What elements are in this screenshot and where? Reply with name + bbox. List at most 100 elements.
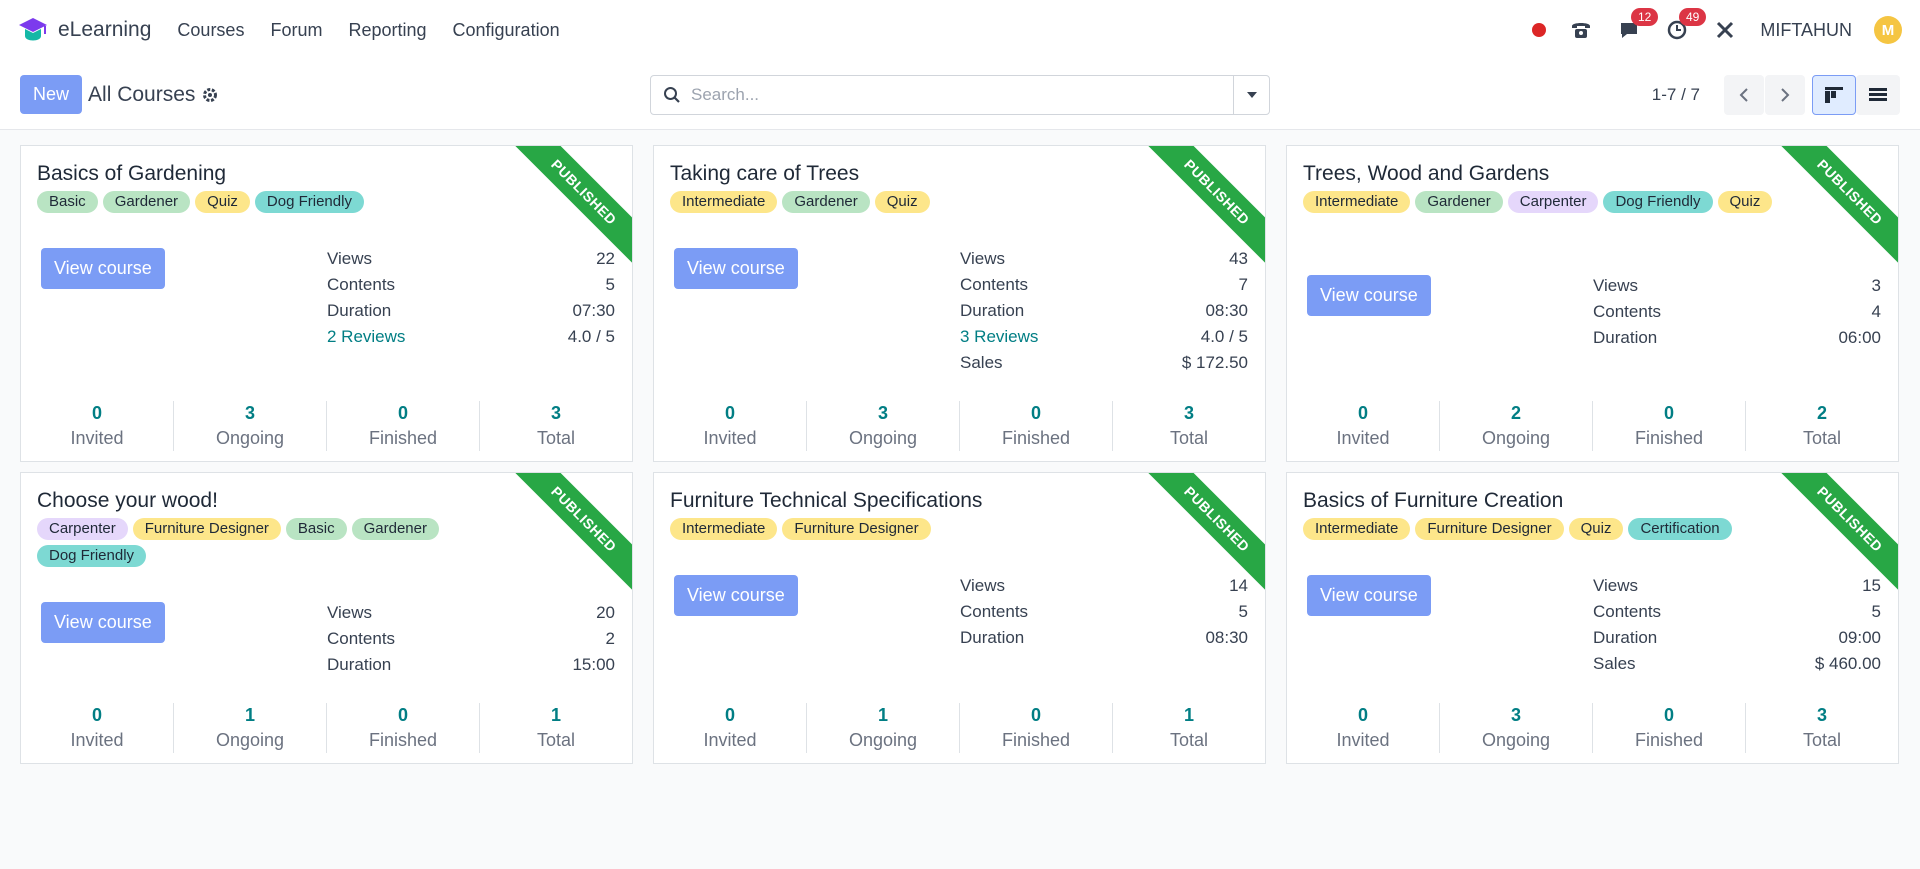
stat-row: Sales $ 172.50 bbox=[960, 353, 1248, 379]
counter-finished[interactable]: 0 Finished bbox=[1593, 703, 1746, 753]
course-title[interactable]: Basics of Furniture Creation bbox=[1303, 489, 1563, 513]
pager-value[interactable]: 1-7 / 7 bbox=[1652, 85, 1700, 105]
menu-reporting[interactable]: Reporting bbox=[348, 20, 426, 41]
counter-ongoing[interactable]: 3 Ongoing bbox=[1440, 703, 1593, 753]
course-card[interactable]: Trees, Wood and Gardens Intermediate Gar… bbox=[1286, 145, 1899, 462]
list-icon bbox=[1869, 87, 1887, 101]
elearning-logo-icon[interactable] bbox=[18, 15, 48, 45]
counter-total[interactable]: 3 Total bbox=[1746, 703, 1898, 753]
view-course-button[interactable]: View course bbox=[1307, 275, 1431, 316]
counter-finished[interactable]: 0 Finished bbox=[327, 703, 480, 753]
counter-invited[interactable]: 0 Invited bbox=[1287, 401, 1440, 451]
counter-label: Total bbox=[536, 428, 576, 448]
course-title[interactable]: Choose your wood! bbox=[37, 489, 218, 513]
course-card[interactable]: Basics of Gardening Basic Gardener Quiz … bbox=[20, 145, 633, 462]
counter-total[interactable]: 3 Total bbox=[480, 401, 632, 451]
counter-invited[interactable]: 0 Invited bbox=[1287, 703, 1440, 753]
new-button[interactable]: New bbox=[20, 75, 83, 114]
counter-finished[interactable]: 0 Finished bbox=[960, 703, 1113, 753]
search-input[interactable] bbox=[691, 84, 1233, 105]
chevron-left-icon bbox=[1739, 87, 1748, 102]
gear-icon[interactable] bbox=[202, 87, 218, 103]
user-avatar[interactable]: M bbox=[1874, 16, 1902, 44]
kanban-view-button[interactable] bbox=[1812, 74, 1856, 115]
messages-icon[interactable]: 12 bbox=[1616, 8, 1659, 43]
tag: Basic bbox=[285, 518, 347, 540]
stat-label: Duration bbox=[327, 655, 392, 674]
counter-invited[interactable]: 0 Invited bbox=[654, 703, 807, 753]
user-name[interactable]: MIFTAHUN bbox=[1760, 20, 1852, 41]
attendee-counters: 0 Invited 3 Ongoing 0 Finished 3 Total bbox=[21, 401, 632, 461]
counter-total[interactable]: 1 Total bbox=[480, 703, 632, 753]
pager-previous-button[interactable] bbox=[1724, 74, 1764, 115]
pager-next-button[interactable] bbox=[1765, 74, 1805, 115]
phone-icon[interactable] bbox=[1568, 17, 1594, 43]
counter-invited[interactable]: 0 Invited bbox=[654, 401, 807, 451]
view-course-button[interactable]: View course bbox=[1307, 575, 1431, 616]
counter-value: 2 bbox=[1816, 403, 1827, 423]
course-title[interactable]: Taking care of Trees bbox=[670, 162, 859, 186]
view-course-button[interactable]: View course bbox=[674, 248, 798, 289]
counter-total[interactable]: 3 Total bbox=[1113, 401, 1265, 451]
counter-ongoing[interactable]: 2 Ongoing bbox=[1440, 401, 1593, 451]
debug-tools-icon[interactable] bbox=[1712, 17, 1738, 43]
counter-value: 0 bbox=[724, 403, 735, 423]
tag: Quiz bbox=[874, 191, 930, 213]
menu-forum[interactable]: Forum bbox=[270, 20, 322, 41]
view-course-button[interactable]: View course bbox=[674, 575, 798, 616]
counter-label: Total bbox=[1802, 730, 1842, 750]
counter-ongoing[interactable]: 3 Ongoing bbox=[174, 401, 327, 451]
counter-value: 1 bbox=[1183, 705, 1194, 725]
tag: Dog Friendly bbox=[254, 191, 364, 213]
stat-row: Views 43 bbox=[960, 249, 1248, 275]
reviews-link[interactable]: 2 Reviews bbox=[327, 327, 405, 353]
list-view-button[interactable] bbox=[1856, 74, 1900, 115]
course-card[interactable]: Basics of Furniture Creation Intermediat… bbox=[1286, 472, 1899, 764]
stat-label: Duration bbox=[327, 301, 392, 320]
counter-finished[interactable]: 0 Finished bbox=[960, 401, 1113, 451]
page-title[interactable]: All Courses bbox=[88, 83, 195, 107]
counter-value: 1 bbox=[877, 705, 888, 725]
counter-total[interactable]: 1 Total bbox=[1113, 703, 1265, 753]
app-name[interactable]: eLearning bbox=[58, 18, 151, 42]
course-title[interactable]: Furniture Technical Specifications bbox=[670, 489, 982, 513]
stat-label: Contents bbox=[327, 629, 396, 648]
counter-label: Ongoing bbox=[1481, 730, 1551, 750]
counter-ongoing[interactable]: 3 Ongoing bbox=[807, 401, 960, 451]
counter-value: 3 bbox=[1510, 705, 1521, 725]
view-course-button[interactable]: View course bbox=[41, 248, 165, 289]
course-card[interactable]: Taking care of Trees Intermediate Garden… bbox=[653, 145, 1266, 462]
activities-count-badge: 49 bbox=[1678, 8, 1707, 26]
activities-clock-icon[interactable]: 49 bbox=[1664, 8, 1707, 43]
counter-ongoing[interactable]: 1 Ongoing bbox=[174, 703, 327, 753]
menu-configuration[interactable]: Configuration bbox=[453, 20, 560, 41]
course-title[interactable]: Basics of Gardening bbox=[37, 162, 226, 186]
stat-row: Views 22 bbox=[327, 249, 615, 275]
counter-label: Ongoing bbox=[848, 428, 918, 448]
menu-courses[interactable]: Courses bbox=[177, 20, 244, 41]
stat-label: Views bbox=[960, 249, 1006, 268]
counter-invited[interactable]: 0 Invited bbox=[21, 703, 174, 753]
attendee-counters: 0 Invited 2 Ongoing 0 Finished 2 Total bbox=[1287, 401, 1898, 461]
counter-label: Total bbox=[1169, 428, 1209, 448]
counter-finished[interactable]: 0 Finished bbox=[327, 401, 480, 451]
stat-row: Views 15 bbox=[1593, 576, 1881, 602]
view-course-button[interactable]: View course bbox=[41, 602, 165, 643]
stat-label: Duration bbox=[960, 628, 1025, 647]
counter-value: 0 bbox=[1663, 705, 1674, 725]
counter-ongoing[interactable]: 1 Ongoing bbox=[807, 703, 960, 753]
course-tags: Intermediate Gardener Quiz bbox=[670, 191, 1170, 213]
stat-row: Contents 5 bbox=[1593, 602, 1881, 628]
course-card[interactable]: Furniture Technical Specifications Inter… bbox=[653, 472, 1266, 764]
counter-total[interactable]: 2 Total bbox=[1746, 401, 1898, 451]
reviews-link[interactable]: 3 Reviews bbox=[960, 327, 1038, 353]
counter-value: 1 bbox=[244, 705, 255, 725]
course-title[interactable]: Trees, Wood and Gardens bbox=[1303, 162, 1549, 186]
stat-value: 07:30 bbox=[572, 301, 615, 320]
recording-indicator-icon[interactable] bbox=[1532, 23, 1547, 37]
course-card[interactable]: Choose your wood! Carpenter Furniture De… bbox=[20, 472, 633, 764]
counter-invited[interactable]: 0 Invited bbox=[21, 401, 174, 451]
search-options-toggle[interactable] bbox=[1233, 75, 1269, 114]
stat-value: $ 460.00 bbox=[1814, 654, 1881, 673]
counter-finished[interactable]: 0 Finished bbox=[1593, 401, 1746, 451]
